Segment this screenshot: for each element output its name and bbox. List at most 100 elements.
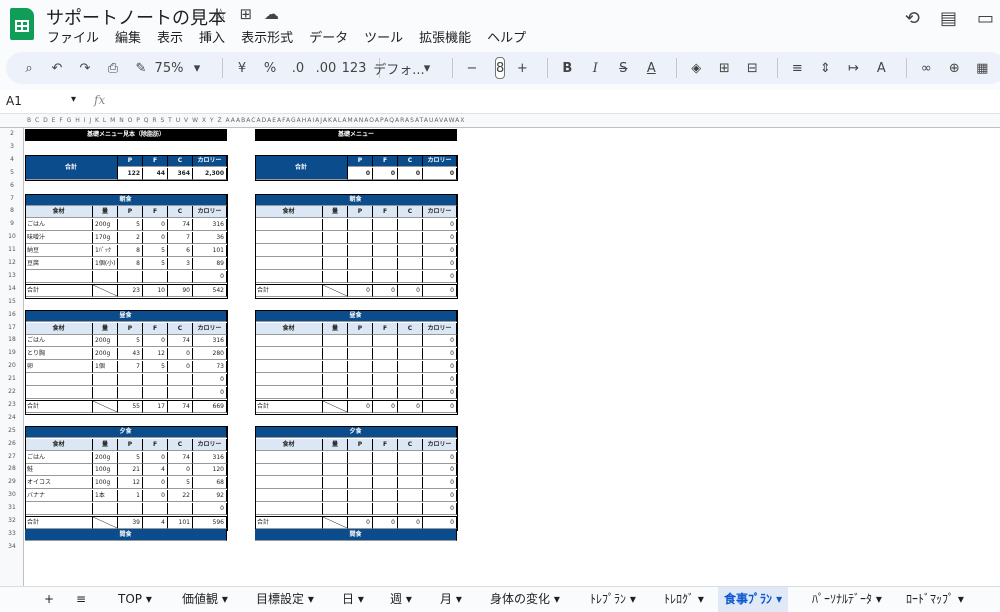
font-size-input[interactable]: 8 bbox=[495, 57, 506, 79]
row-number[interactable]: 2 bbox=[0, 130, 24, 137]
row-number[interactable]: 16 bbox=[0, 311, 24, 318]
menu-item[interactable]: ヘルプ bbox=[486, 27, 527, 46]
font-size-decrease-icon[interactable]: − bbox=[461, 56, 483, 80]
name-box[interactable]: A1 bbox=[6, 94, 76, 108]
row-number[interactable]: 17 bbox=[0, 324, 24, 331]
sheet-tab[interactable]: 目標設定 ▾ bbox=[250, 587, 320, 612]
row-number[interactable]: 30 bbox=[0, 491, 24, 498]
row-number[interactable]: 27 bbox=[0, 453, 24, 460]
row-number[interactable]: 34 bbox=[0, 543, 24, 550]
row-number[interactable]: 23 bbox=[0, 401, 24, 408]
font-size-increase-icon[interactable]: + bbox=[511, 56, 533, 80]
menu-item[interactable]: 編集 bbox=[114, 27, 142, 46]
meet-icon[interactable]: ▭ bbox=[977, 8, 994, 29]
menu-item[interactable]: ツール bbox=[363, 27, 404, 46]
meal-title[interactable]: 間食 bbox=[25, 528, 227, 541]
menu-item[interactable]: 拡張機能 bbox=[418, 27, 472, 46]
zoom-select[interactable]: 75% bbox=[155, 56, 184, 80]
column-headers[interactable]: B C D E F G H I J K L M N O P Q R S T U … bbox=[0, 114, 1000, 128]
row-number[interactable]: 26 bbox=[0, 440, 24, 447]
row-number[interactable]: 7 bbox=[0, 195, 24, 202]
row-number[interactable]: 3 bbox=[0, 143, 24, 150]
align-horizontal-icon[interactable]: ≡ bbox=[786, 56, 808, 80]
row-number[interactable]: 13 bbox=[0, 272, 24, 279]
redo-icon[interactable]: ↷ bbox=[74, 56, 96, 80]
sheet-tab[interactable]: ﾛｰﾄﾞﾏｯﾌﾟ ▾ bbox=[900, 587, 970, 612]
menu-item[interactable]: データ bbox=[308, 27, 349, 46]
sheet-tab[interactable]: ﾄﾚﾌﾟﾗﾝ ▾ bbox=[584, 587, 642, 612]
row-number[interactable]: 21 bbox=[0, 375, 24, 382]
paint-format-icon[interactable]: ✎ bbox=[130, 56, 152, 80]
text-rotate-icon[interactable]: A bbox=[870, 56, 892, 80]
sheet-tab[interactable]: 日 ▾ bbox=[336, 587, 370, 612]
chevron-down-icon[interactable]: ▾ bbox=[186, 56, 208, 80]
italic-icon[interactable]: I bbox=[584, 56, 606, 80]
undo-icon[interactable]: ↶ bbox=[46, 56, 68, 80]
text-wrap-icon[interactable]: ↦ bbox=[842, 56, 864, 80]
row-number[interactable]: 18 bbox=[0, 336, 24, 343]
add-sheet-button[interactable]: + bbox=[38, 587, 60, 612]
all-sheets-button[interactable]: ≡ bbox=[70, 587, 92, 612]
increase-decimal-button[interactable]: .00 bbox=[315, 56, 337, 80]
star-icon[interactable]: ☆ bbox=[214, 5, 227, 23]
sheet-tab[interactable]: 食事ﾌﾟﾗﾝ ▾ bbox=[718, 587, 789, 612]
number-format-button[interactable]: 123 bbox=[342, 56, 367, 80]
block-title[interactable]: 基礎メニュー bbox=[255, 129, 457, 141]
move-folder-icon[interactable]: ⊞ bbox=[239, 5, 252, 23]
chart-icon[interactable]: ▦ bbox=[971, 56, 993, 80]
print-icon[interactable]: ⎙ bbox=[102, 56, 124, 80]
row-number[interactable]: 14 bbox=[0, 285, 24, 292]
strikethrough-icon[interactable]: S bbox=[612, 56, 634, 80]
cloud-icon[interactable]: ☁ bbox=[264, 5, 279, 23]
row-number[interactable]: 28 bbox=[0, 465, 24, 472]
row-number[interactable]: 24 bbox=[0, 414, 24, 421]
row-number[interactable]: 10 bbox=[0, 233, 24, 240]
row-number[interactable]: 4 bbox=[0, 156, 24, 163]
row-number[interactable]: 8 bbox=[0, 207, 24, 214]
sheet-grid[interactable]: B C D E F G H I J K L M N O P Q R S T U … bbox=[0, 114, 1000, 586]
fill-color-icon[interactable]: ◈ bbox=[685, 56, 707, 80]
borders-icon[interactable]: ⊞ bbox=[713, 56, 735, 80]
bold-icon[interactable]: B bbox=[556, 56, 578, 80]
block-title[interactable]: 基礎メニュー見本（除脂肪） bbox=[25, 129, 227, 141]
sheet-tab[interactable]: TOP ▾ bbox=[112, 587, 158, 612]
row-number[interactable]: 22 bbox=[0, 388, 24, 395]
sheets-icon[interactable] bbox=[10, 8, 34, 40]
row-number[interactable]: 20 bbox=[0, 362, 24, 369]
row-number[interactable]: 29 bbox=[0, 478, 24, 485]
menu-item[interactable]: 表示形式 bbox=[240, 27, 294, 46]
sheet-tab[interactable]: 月 ▾ bbox=[434, 587, 468, 612]
row-number[interactable]: 33 bbox=[0, 530, 24, 537]
menu-item[interactable]: 表示 bbox=[156, 27, 184, 46]
row-number[interactable]: 9 bbox=[0, 220, 24, 227]
insert-comment-icon[interactable]: ⊕ bbox=[943, 56, 965, 80]
text-color-icon[interactable]: A bbox=[640, 56, 662, 80]
row-headers[interactable]: 2 3 4 5 6 7 8 9 10 11 12 13 14 15 16 17 18 19 20 21 22 23 24 25… bbox=[0, 128, 24, 586]
row-number[interactable]: 31 bbox=[0, 504, 24, 511]
history-icon[interactable]: ⟲ bbox=[905, 8, 920, 29]
align-vertical-icon[interactable]: ⇕ bbox=[814, 56, 836, 80]
row-number[interactable]: 5 bbox=[0, 169, 24, 176]
merge-cells-icon[interactable]: ⊟ bbox=[741, 56, 763, 80]
row-number[interactable]: 11 bbox=[0, 246, 24, 253]
menu-item[interactable]: 挿入 bbox=[198, 27, 226, 46]
sheet-tab[interactable]: ﾄﾚﾛｸﾞ ▾ bbox=[658, 587, 710, 612]
row-number[interactable]: 25 bbox=[0, 427, 24, 434]
font-select[interactable]: デフォ... bbox=[373, 56, 424, 80]
decrease-decimal-button[interactable]: .0 bbox=[287, 56, 309, 80]
row-number[interactable]: 19 bbox=[0, 349, 24, 356]
sheet-tab[interactable]: 価値観 ▾ bbox=[176, 587, 234, 612]
percent-button[interactable]: % bbox=[259, 56, 281, 80]
sheet-tab[interactable]: ﾊﾟｰｿﾅﾙﾃﾞｰﾀ ▾ bbox=[806, 587, 888, 612]
meal-title[interactable]: 間食 bbox=[255, 528, 457, 541]
currency-button[interactable]: ¥ bbox=[231, 56, 253, 80]
link-icon[interactable]: ∞ bbox=[915, 56, 937, 80]
row-number[interactable]: 12 bbox=[0, 259, 24, 266]
chevron-down-icon[interactable]: ▾ bbox=[416, 56, 438, 80]
sheet-tab[interactable]: 身体の変化 ▾ bbox=[484, 587, 566, 612]
comment-icon[interactable]: ▤ bbox=[940, 8, 957, 29]
search-icon[interactable]: ⌕ bbox=[18, 56, 40, 80]
row-number[interactable]: 32 bbox=[0, 517, 24, 524]
row-number[interactable]: 15 bbox=[0, 298, 24, 305]
row-number[interactable]: 6 bbox=[0, 182, 24, 189]
